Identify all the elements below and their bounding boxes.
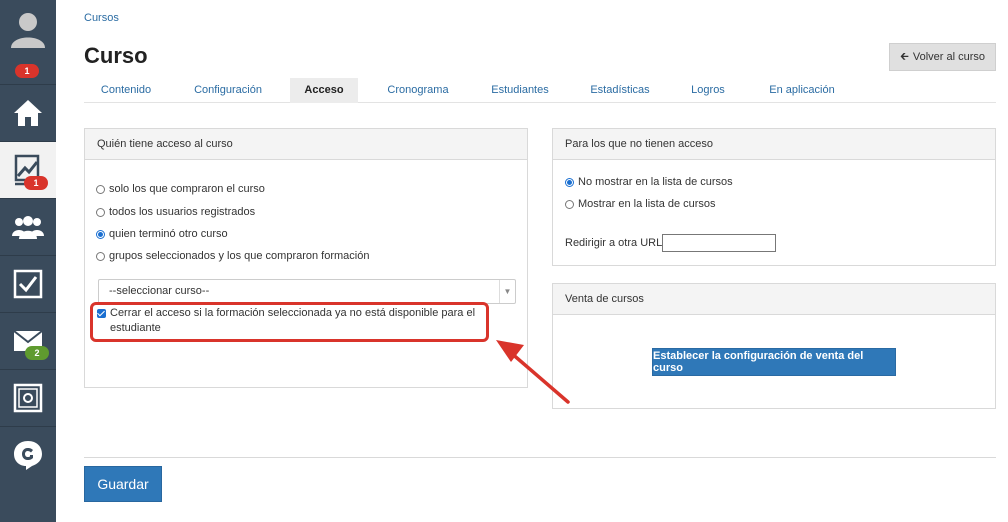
access-option-registered[interactable]: todos los usuarios registrados: [96, 206, 255, 218]
tab-achievements[interactable]: Logros: [680, 78, 736, 103]
sidebar-item-safe[interactable]: [0, 370, 56, 426]
redirect-url-label: Redirigir a otra URL: [565, 237, 663, 249]
users-group-icon: [12, 216, 44, 239]
sidebar-item-mail[interactable]: [0, 313, 56, 369]
tab-in-app[interactable]: En aplicación: [756, 78, 848, 103]
course-select-value: --seleccionar curso--: [109, 285, 210, 297]
no-access-option-show[interactable]: Mostrar en la lista de cursos: [565, 198, 716, 210]
profile-badge: 1: [15, 64, 39, 78]
tab-students[interactable]: Estudiantes: [480, 78, 560, 103]
tab-statistics[interactable]: Estadísticas: [580, 78, 660, 103]
access-panel-title: Quién tiene acceso al curso: [85, 129, 527, 160]
footer-divider: [84, 457, 996, 458]
chevron-down-icon: ▼: [499, 280, 515, 303]
sale-settings-button[interactable]: Establecer la configuración de venta del…: [652, 348, 896, 376]
courses-badge: 1: [24, 176, 48, 190]
home-icon: [14, 100, 42, 126]
sidebar-item-home[interactable]: [0, 85, 56, 141]
radio-button-checked[interactable]: [565, 177, 574, 187]
option-label: Mostrar en la lista de cursos: [578, 198, 716, 210]
mail-badge: 2: [25, 346, 49, 360]
back-to-course-button[interactable]: 🡰 Volver al curso: [889, 43, 996, 71]
redirect-url-input[interactable]: [662, 234, 776, 252]
sidebar-item-brand[interactable]: [0, 427, 56, 483]
tab-schedule[interactable]: Cronograma: [376, 78, 460, 103]
sale-panel-title: Venta de cursos: [553, 284, 995, 315]
no-access-option-hide[interactable]: No mostrar en la lista de cursos: [565, 176, 733, 188]
course-select[interactable]: --seleccionar curso-- ▼: [98, 279, 516, 304]
back-button-label: Volver al curso: [912, 51, 986, 63]
option-label: quien terminó otro curso: [109, 228, 228, 240]
tabs: Contenido Configuración Acceso Cronogram…: [84, 78, 996, 103]
page-title: Curso: [84, 43, 148, 68]
sidebar: 1 1 2: [0, 0, 56, 522]
arrow-left-icon: 🡰: [899, 50, 909, 63]
sale-panel: Venta de cursos: [552, 283, 996, 409]
access-option-finished-other[interactable]: quien terminó otro curso: [96, 228, 228, 240]
radio-button[interactable]: [96, 184, 105, 194]
sidebar-item-tasks[interactable]: [0, 256, 56, 312]
option-label: grupos seleccionados y los que compraron…: [109, 250, 370, 262]
sidebar-item-profile[interactable]: [0, 0, 56, 55]
radio-button[interactable]: [565, 199, 574, 209]
radio-button[interactable]: [96, 207, 105, 217]
breadcrumb-courses[interactable]: Cursos: [84, 12, 119, 24]
tab-configuration[interactable]: Configuración: [182, 78, 274, 103]
tab-access[interactable]: Acceso: [290, 78, 358, 103]
no-access-panel-title: Para los que no tienen acceso: [553, 129, 995, 160]
access-option-groups[interactable]: grupos seleccionados y los que compraron…: [96, 250, 369, 262]
radio-button-checked[interactable]: [96, 229, 105, 239]
option-label: No mostrar en la lista de cursos: [578, 176, 733, 188]
option-label: solo los que compraron el curso: [109, 183, 265, 195]
main-content: Cursos Curso 🡰 Volver al curso Contenido…: [56, 0, 1008, 522]
access-option-purchased[interactable]: solo los que compraron el curso: [96, 183, 265, 195]
sidebar-item-users[interactable]: [0, 199, 56, 255]
user-avatar-icon: [11, 12, 45, 48]
safe-icon: [13, 383, 43, 413]
checkbox-tasks-icon: [13, 269, 43, 299]
brand-logo-icon: [14, 441, 42, 470]
save-button[interactable]: Guardar: [84, 466, 162, 502]
tab-content[interactable]: Contenido: [84, 78, 168, 103]
annotation-highlight-box: [90, 302, 489, 342]
radio-button[interactable]: [96, 251, 105, 261]
option-label: todos los usuarios registrados: [109, 206, 256, 218]
